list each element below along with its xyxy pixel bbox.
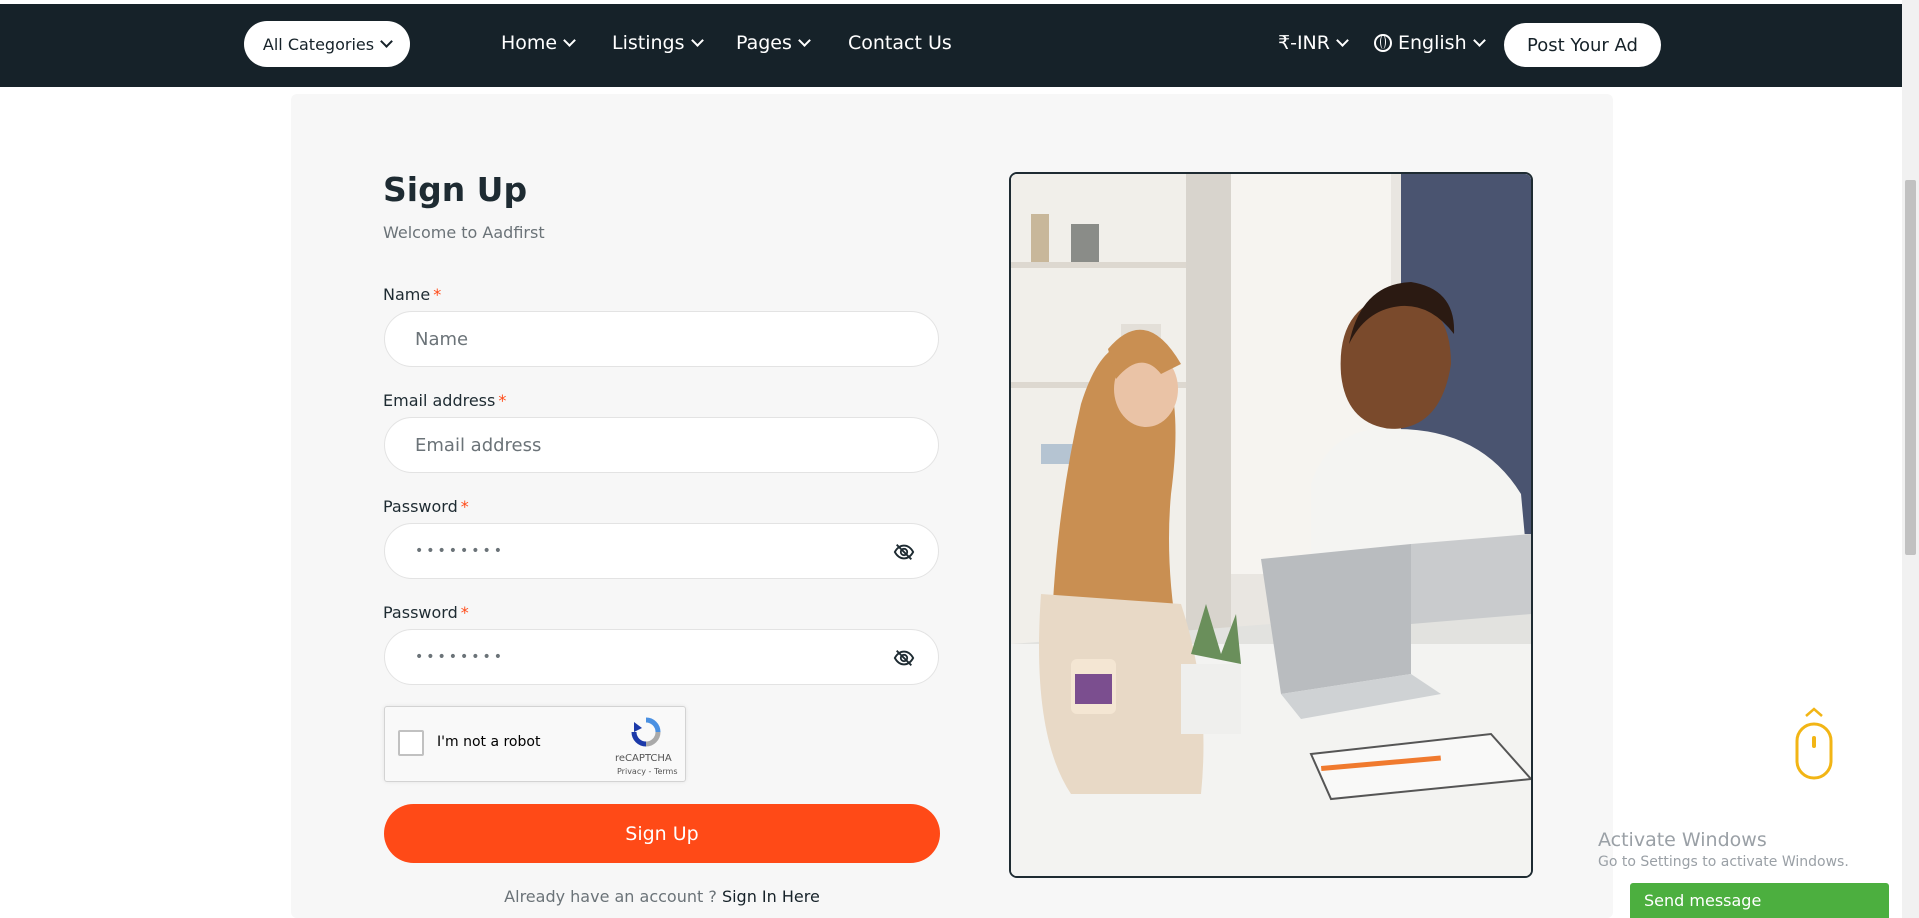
- send-message-chat-button[interactable]: Send message: [1630, 883, 1889, 918]
- recaptcha-links[interactable]: Privacy - Terms: [617, 767, 678, 776]
- chevron-down-icon: [380, 35, 393, 48]
- required-mark: *: [460, 603, 469, 622]
- nav-listings-label: Listings: [612, 32, 685, 54]
- top-navbar: All Categories Home Listings Pages Conta…: [0, 4, 1902, 87]
- post-your-ad-button[interactable]: Post Your Ad: [1504, 23, 1661, 67]
- name-label-text: Name: [383, 285, 431, 304]
- language-dropdown[interactable]: English: [1374, 32, 1486, 54]
- have-account-label: Already have an account ?: [504, 887, 717, 906]
- email-label-text: Email address: [383, 391, 496, 410]
- activate-windows-subtitle: Go to Settings to activate Windows.: [1598, 854, 1849, 870]
- signup-button[interactable]: Sign Up: [384, 804, 940, 863]
- page-title: Sign Up: [383, 170, 528, 209]
- name-label: Name *: [383, 285, 441, 304]
- eye-off-icon[interactable]: [893, 541, 915, 563]
- eye-off-icon[interactable]: [893, 647, 915, 669]
- required-mark: *: [460, 497, 469, 516]
- confirm-password-label-text: Password: [383, 603, 458, 622]
- chevron-down-icon: [798, 34, 811, 47]
- password-input[interactable]: ••••••••: [384, 523, 939, 579]
- nav-contact-label: Contact Us: [848, 32, 952, 54]
- nav-pages[interactable]: Pages: [736, 32, 811, 54]
- nav-home[interactable]: Home: [501, 32, 576, 54]
- name-input[interactable]: [384, 311, 939, 367]
- have-account-text: Already have an account ? Sign In Here: [384, 887, 940, 906]
- send-message-label: Send message: [1644, 891, 1762, 910]
- currency-label: ₹-INR: [1278, 32, 1330, 54]
- password-label-text: Password: [383, 497, 458, 516]
- chevron-down-icon: [563, 34, 576, 47]
- signup-button-label: Sign Up: [625, 822, 699, 845]
- recaptcha-logo-icon: [631, 717, 661, 747]
- recaptcha-brand: reCAPTCHA: [615, 753, 672, 764]
- confirm-password-label: Password *: [383, 603, 469, 622]
- nav-home-label: Home: [501, 32, 558, 54]
- globe-icon: [1374, 34, 1392, 52]
- page-scrollbar-thumb[interactable]: [1905, 180, 1916, 555]
- nav-contact-us[interactable]: Contact Us: [848, 32, 952, 54]
- post-your-ad-label: Post Your Ad: [1527, 34, 1638, 56]
- email-label: Email address *: [383, 391, 506, 410]
- chevron-down-icon: [1472, 34, 1486, 47]
- office-illustration: [1011, 174, 1531, 876]
- chevron-down-icon: [1336, 34, 1349, 47]
- recaptcha-label: I'm not a robot: [437, 734, 541, 750]
- all-categories-dropdown[interactable]: All Categories: [244, 21, 410, 67]
- recaptcha-widget: I'm not a robot reCAPTCHA Privacy - Term…: [384, 706, 686, 782]
- recaptcha-checkbox[interactable]: [398, 730, 424, 756]
- required-mark: *: [433, 285, 442, 304]
- nav-pages-label: Pages: [736, 32, 792, 54]
- email-input[interactable]: [384, 417, 939, 473]
- nav-listings[interactable]: Listings: [612, 32, 704, 54]
- chevron-down-icon: [690, 34, 704, 47]
- page-subtitle: Welcome to Aadfirst: [383, 223, 545, 242]
- currency-dropdown[interactable]: ₹-INR: [1278, 32, 1349, 54]
- required-mark: *: [498, 391, 507, 410]
- password-label: Password *: [383, 497, 469, 516]
- confirm-password-mask: ••••••••: [415, 649, 506, 665]
- activate-windows-title: Activate Windows: [1598, 829, 1767, 851]
- password-mask: ••••••••: [415, 543, 506, 559]
- language-label: English: [1398, 32, 1467, 54]
- all-categories-label: All Categories: [262, 34, 375, 54]
- sign-in-link[interactable]: Sign In Here: [722, 887, 820, 906]
- scroll-to-top-mouse-icon[interactable]: [1794, 706, 1834, 782]
- confirm-password-input[interactable]: ••••••••: [384, 629, 939, 685]
- office-photo: [1009, 172, 1533, 878]
